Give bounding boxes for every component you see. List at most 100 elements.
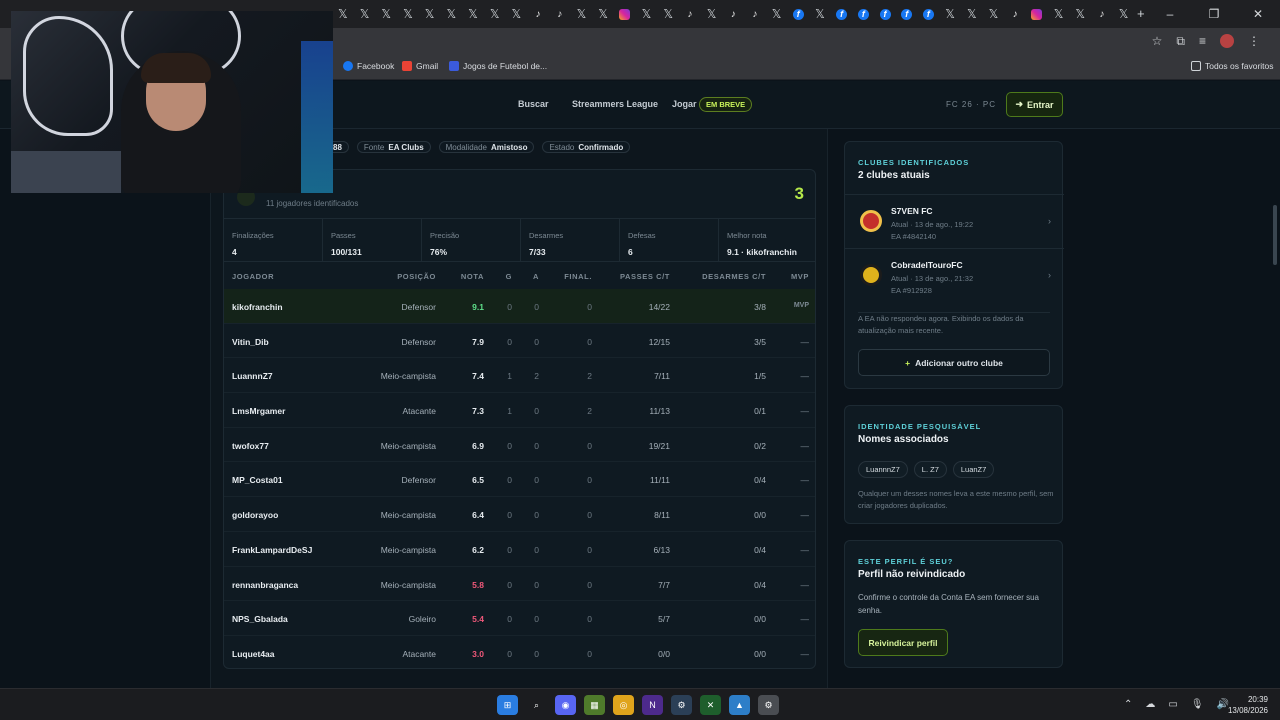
nav-jogar[interactable]: Jogar <box>672 99 697 109</box>
col-final[interactable]: FINAL. <box>564 272 592 281</box>
facebook-favicon-icon[interactable]: f <box>918 5 940 23</box>
tiktok-favicon-icon[interactable]: ♪ <box>679 5 701 23</box>
start-icon[interactable]: ⊞ <box>497 695 518 715</box>
table-row[interactable]: Luquet4aa Atacante 3.0 0 0 0 0/0 0/0 — <box>224 636 815 668</box>
network-icon[interactable]: ▭ <box>1168 699 1177 710</box>
all-bookmarks-button[interactable]: Todos os favoritos <box>1191 61 1274 71</box>
instagram-favicon-icon[interactable] <box>1026 5 1048 23</box>
menu-icon[interactable]: ⋮ <box>1248 34 1260 49</box>
x-favicon-icon[interactable]: 𝕏 <box>440 5 462 23</box>
table-row[interactable]: goldorayoo Meio-campista 6.4 0 0 0 8/11 0/0 — <box>224 497 815 532</box>
bookmark-futebol[interactable]: Jogos de Futebol de... <box>449 61 547 71</box>
x-favicon-icon[interactable]: 𝕏 <box>983 5 1005 23</box>
chevron-up-icon[interactable]: ⌃ <box>1124 699 1132 710</box>
microphone-icon[interactable]: 🎙 <box>1191 699 1204 710</box>
club-row[interactable]: S7VEN FC Atual · 13 de ago., 19:22 EA #4… <box>845 194 1064 248</box>
close-window-button[interactable]: ✕ <box>1236 0 1280 28</box>
nav-buscar[interactable]: Buscar <box>518 99 549 109</box>
col-posicao[interactable]: POSIÇÃO <box>397 272 436 281</box>
reading-list-icon[interactable]: ≡ <box>1199 34 1206 49</box>
x-favicon-icon[interactable]: 𝕏 <box>332 5 354 23</box>
table-row[interactable]: LuannnZ7 Meio-campista 7.4 1 2 2 7/11 1/5 — <box>224 358 815 394</box>
x-favicon-icon[interactable]: 𝕏 <box>1069 5 1091 23</box>
tiktok-favicon-icon[interactable]: ♪ <box>722 5 744 23</box>
club-row[interactable]: CobradelTouroFC Atual · 13 de ago., 21:3… <box>845 248 1064 302</box>
x-favicon-icon[interactable]: 𝕏 <box>961 5 983 23</box>
minecraft-icon[interactable]: ▦ <box>584 695 605 715</box>
name-chip[interactable]: LuannnZ7 <box>858 461 908 478</box>
add-club-button[interactable]: + Adicionar outro clube <box>858 349 1050 376</box>
bookmark-gmail[interactable]: Gmail <box>402 61 438 71</box>
player-mvp: MVP <box>793 302 809 309</box>
tiktok-favicon-icon[interactable]: ♪ <box>1004 5 1026 23</box>
table-row[interactable]: FrankLampardDeSJ Meio-campista 6.2 0 0 0 6/13 0… <box>224 532 815 567</box>
name-chip[interactable]: LuanZ7 <box>952 461 995 478</box>
search-icon[interactable]: ⌕ <box>526 695 547 715</box>
x-favicon-icon[interactable]: 𝕏 <box>809 5 831 23</box>
star-icon[interactable]: ☆ <box>1152 34 1163 49</box>
col-g[interactable]: G <box>506 272 512 281</box>
x-favicon-icon[interactable]: 𝕏 <box>506 5 528 23</box>
col-jogador[interactable]: JOGADOR <box>232 272 274 281</box>
x-favicon-icon[interactable]: 𝕏 <box>462 5 484 23</box>
table-row[interactable]: LmsMrgamer Atacante 7.3 1 0 2 11/13 0/1 — <box>224 393 815 428</box>
bookmark-facebook[interactable]: Facebook <box>343 61 394 71</box>
x-favicon-icon[interactable]: 𝕏 <box>701 5 723 23</box>
facebook-favicon-icon[interactable]: f <box>853 5 875 23</box>
tab-strip[interactable]: 𝕏 𝕏 𝕏 𝕏 𝕏 𝕏 𝕏 𝕏 𝕏 ♪ ♪ 𝕏 𝕏 𝕏 𝕏 ♪ 𝕏 ♪ ♪ 𝕏f 𝕏f f f f f 𝕏 𝕏 𝕏 ♪ 𝕏 𝕏 ♪ 𝕏 <box>332 5 1134 23</box>
x-favicon-icon[interactable]: 𝕏 <box>636 5 658 23</box>
maximize-button[interactable]: ❐ <box>1192 0 1236 28</box>
extensions-icon[interactable]: ⧉ <box>1176 34 1185 49</box>
steam-icon[interactable]: ⚙ <box>671 695 692 715</box>
new-tab-button[interactable]: + <box>1137 6 1145 21</box>
profile-avatar[interactable] <box>1220 34 1234 48</box>
facebook-favicon-icon[interactable]: f <box>896 5 918 23</box>
x-favicon-icon[interactable]: 𝕏 <box>397 5 419 23</box>
x-favicon-icon[interactable]: 𝕏 <box>419 5 441 23</box>
chrome-icon[interactable]: ◎ <box>613 695 634 715</box>
x-favicon-icon[interactable]: 𝕏 <box>592 5 614 23</box>
claim-profile-button[interactable]: Reivindicar perfil <box>858 629 948 656</box>
table-row[interactable]: kikofranchin Defensor 9.1 0 0 0 14/22 3/8 MVP <box>224 289 815 324</box>
minimize-button[interactable]: – <box>1148 0 1192 28</box>
table-row[interactable]: NPS_Gbalada Goleiro 5.4 0 0 0 5/7 0/0 — <box>224 601 815 636</box>
facebook-favicon-icon[interactable]: f <box>787 5 809 23</box>
x-favicon-icon[interactable]: 𝕏 <box>375 5 397 23</box>
col-a[interactable]: A <box>533 272 539 281</box>
instagram-favicon-icon[interactable] <box>614 5 636 23</box>
x-favicon-icon[interactable]: 𝕏 <box>657 5 679 23</box>
stat-finalizacoes: Finalizações 4 <box>224 219 323 261</box>
nzxt-icon[interactable]: N <box>642 695 663 715</box>
col-mvp[interactable]: MVP <box>791 272 809 281</box>
tiktok-favicon-icon[interactable]: ♪ <box>527 5 549 23</box>
x-favicon-icon[interactable]: 𝕏 <box>354 5 376 23</box>
discord-icon[interactable]: ◉ <box>555 695 576 715</box>
photos-icon[interactable]: ▲ <box>729 695 750 715</box>
nav-streamers-league[interactable]: Streammers League <box>572 99 658 109</box>
table-row[interactable]: MP_Costa01 Defensor 6.5 0 0 0 11/11 0/4 — <box>224 462 815 498</box>
page-scrollbar[interactable] <box>1273 205 1277 265</box>
table-row[interactable]: twofox77 Meio-campista 6.9 0 0 0 19/21 0/2 — <box>224 428 815 463</box>
col-nota[interactable]: NOTA <box>461 272 484 281</box>
login-button[interactable]: ➜ Entrar <box>1006 92 1063 117</box>
table-row[interactable]: rennanbraganca Meio-campista 5.8 0 0 0 7/7 0/4 — <box>224 567 815 602</box>
x-favicon-icon[interactable]: 𝕏 <box>571 5 593 23</box>
facebook-favicon-icon[interactable]: f <box>831 5 853 23</box>
x-favicon-icon[interactable]: 𝕏 <box>939 5 961 23</box>
col-desarmes[interactable]: DESARMES C/T <box>702 272 766 281</box>
x-favicon-icon[interactable]: 𝕏 <box>766 5 788 23</box>
name-chip[interactable]: L. Z7 <box>913 461 947 478</box>
xbox-icon[interactable]: ✕ <box>700 695 721 715</box>
x-favicon-icon[interactable]: 𝕏 <box>1048 5 1070 23</box>
facebook-favicon-icon[interactable]: f <box>874 5 896 23</box>
clock[interactable]: 20:39 13/08/2026 <box>1228 694 1268 716</box>
tiktok-favicon-icon[interactable]: ♪ <box>1091 5 1113 23</box>
tiktok-favicon-icon[interactable]: ♪ <box>744 5 766 23</box>
col-passes[interactable]: PASSES C/T <box>620 272 670 281</box>
tiktok-favicon-icon[interactable]: ♪ <box>549 5 571 23</box>
x-favicon-icon[interactable]: 𝕏 <box>484 5 506 23</box>
table-row[interactable]: Vitin_Dib Defensor 7.9 0 0 0 12/15 3/5 — <box>224 324 815 359</box>
x-favicon-icon[interactable]: 𝕏 <box>1113 5 1135 23</box>
settings-icon[interactable]: ⚙ <box>758 695 779 715</box>
cloud-icon[interactable]: ☁ <box>1145 699 1155 710</box>
